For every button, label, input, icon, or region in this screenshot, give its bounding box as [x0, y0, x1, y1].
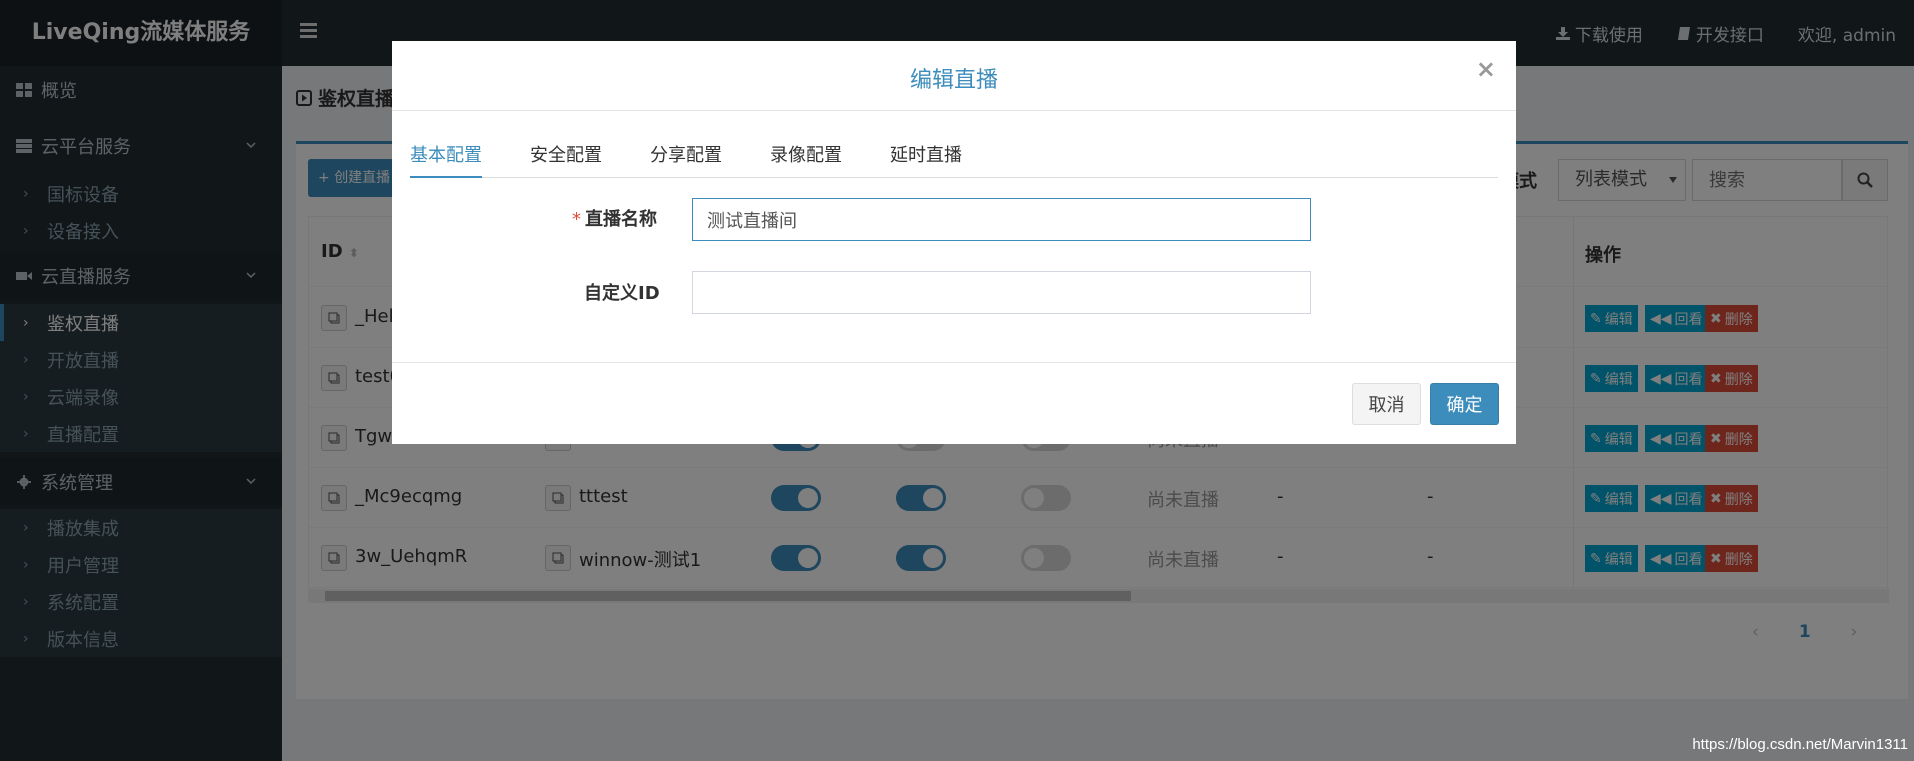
close-icon[interactable]: × — [1476, 55, 1496, 83]
modal-header: 编辑直播 × — [392, 41, 1516, 111]
custom-id-input[interactable] — [692, 271, 1311, 314]
custom-id-label: 自定义ID — [584, 283, 660, 304]
tab-share-config[interactable]: 分享配置 — [650, 141, 722, 178]
watermark-text: https://blog.csdn.net/Marvin1311 — [1692, 736, 1908, 753]
live-name-label: * 直播名称 — [572, 205, 657, 231]
tab-security-config[interactable]: 安全配置 — [530, 141, 602, 178]
modal-footer — [392, 362, 1516, 444]
tab-delay-live[interactable]: 延时直播 — [890, 141, 962, 178]
confirm-button[interactable]: 确定 — [1430, 383, 1499, 425]
tab-basic-config[interactable]: 基本配置 — [410, 141, 482, 178]
modal-title: 编辑直播 — [909, 68, 998, 93]
live-name-input[interactable] — [692, 198, 1311, 241]
tab-record-config[interactable]: 录像配置 — [770, 141, 842, 178]
edit-live-modal: 编辑直播 × 基本配置 安全配置 分享配置 录像配置 延时直播 *直播名称 自定… — [392, 41, 1516, 444]
required-mark: * — [572, 209, 581, 230]
modal-tabs: 基本配置 安全配置 分享配置 录像配置 延时直播 — [410, 141, 1498, 178]
live-name-label-text: 直播名称 — [585, 209, 657, 230]
cancel-button[interactable]: 取消 — [1352, 383, 1421, 425]
